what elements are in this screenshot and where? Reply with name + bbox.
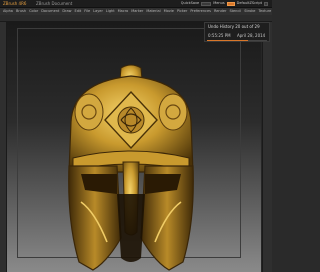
undo-history-bar[interactable] bbox=[207, 40, 267, 41]
quicksave-button[interactable]: QuickSave bbox=[181, 1, 200, 6]
main-menu-bar: Alpha Brush Color Document Draw Edit File Layer… bbox=[0, 8, 272, 15]
menu-item-stroke[interactable]: Stroke bbox=[244, 8, 255, 15]
undo-history-date: April 28, 2014 bbox=[237, 33, 266, 38]
menu-item-picker[interactable]: Picker bbox=[177, 8, 187, 15]
undo-history-popup: Undo History 20 out of 29 0:55:25 PM Apr… bbox=[204, 22, 270, 42]
title-bar: ZBrush 4R6 ZBrush Document QuickSave Men… bbox=[0, 0, 272, 8]
menu-item-macro[interactable]: Macro bbox=[118, 8, 129, 15]
menus-button[interactable]: Menus bbox=[213, 1, 224, 6]
app-name: ZBrush 4R6 bbox=[3, 1, 27, 6]
menu-item-preferences[interactable]: Preferences bbox=[190, 8, 211, 15]
help-icon[interactable] bbox=[264, 1, 268, 6]
script-button[interactable]: DefaultZScript bbox=[237, 1, 262, 6]
menu-item-document[interactable]: Document bbox=[41, 8, 59, 15]
menu-item-marker[interactable]: Marker bbox=[131, 8, 143, 15]
helmet-model[interactable] bbox=[51, 62, 211, 272]
left-tray[interactable] bbox=[0, 22, 7, 272]
menu-item-stencil[interactable]: Stencil bbox=[229, 8, 241, 15]
menu-item-texture[interactable]: Texture bbox=[258, 8, 271, 15]
menu-item-draw[interactable]: Draw bbox=[62, 8, 71, 15]
top-shelf bbox=[0, 15, 272, 22]
menu-item-file[interactable]: File bbox=[84, 8, 90, 15]
title-bar-controls: QuickSave Menus DefaultZScript bbox=[181, 1, 268, 6]
menu-item-alpha[interactable]: Alpha bbox=[3, 8, 13, 15]
undo-history-position bbox=[207, 40, 249, 41]
menu-item-brush[interactable]: Brush bbox=[16, 8, 26, 15]
canvas-viewport[interactable] bbox=[7, 22, 261, 272]
menu-item-layer[interactable]: Layer bbox=[93, 8, 103, 15]
menu-item-color[interactable]: Color bbox=[29, 8, 38, 15]
undo-history-title: Undo History 20 out of 29 bbox=[208, 24, 260, 29]
see-through-slider[interactable] bbox=[201, 1, 212, 6]
menu-item-movie[interactable]: Movie bbox=[164, 8, 174, 15]
menus-toggle[interactable] bbox=[226, 1, 235, 6]
menu-item-render[interactable]: Render bbox=[214, 8, 226, 15]
document-title: ZBrush Document bbox=[36, 1, 73, 6]
zbrush-window: ZBrush 4R6 ZBrush Document QuickSave Men… bbox=[0, 0, 272, 272]
undo-history-time: 0:55:25 PM bbox=[208, 33, 231, 38]
menu-item-material[interactable]: Material bbox=[146, 8, 160, 15]
menu-item-light[interactable]: Light bbox=[106, 8, 115, 15]
right-tray[interactable] bbox=[262, 22, 272, 272]
menu-item-edit[interactable]: Edit bbox=[75, 8, 82, 15]
